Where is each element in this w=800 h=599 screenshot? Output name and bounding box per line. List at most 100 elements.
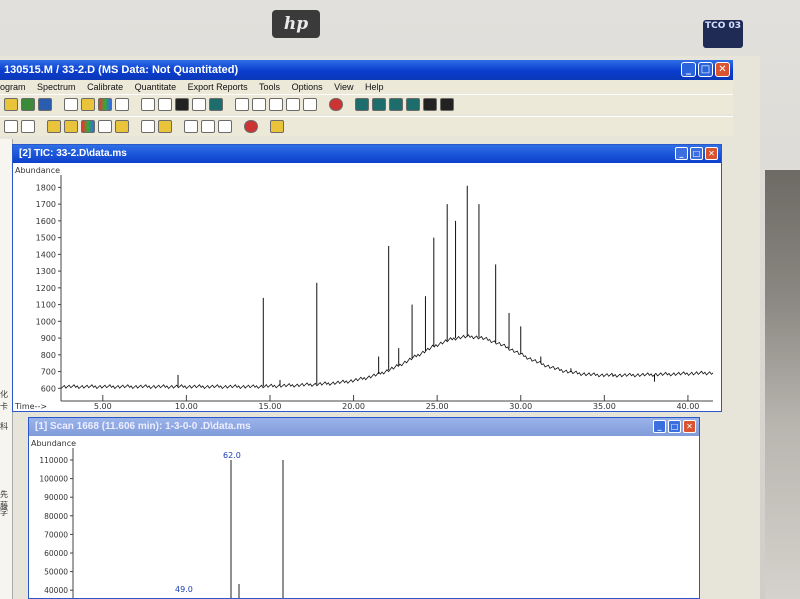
tic-xtick-label: 5.00 (94, 402, 112, 411)
scan-ytick-label: 100000 (39, 475, 68, 484)
tic-ytick-label: 1300 (36, 267, 56, 276)
tic-xtick-label: 10.00 (175, 402, 198, 411)
tune-icon-3[interactable] (269, 98, 283, 111)
side-text-2: 卡 (0, 402, 8, 411)
scan-ytick-label: 50000 (44, 568, 68, 577)
tic-close-button[interactable]: ✕ (705, 147, 718, 160)
menu-quantitate[interactable]: Quantitate (135, 82, 177, 92)
copy-icon[interactable] (64, 98, 78, 111)
upload-icon[interactable] (64, 120, 78, 133)
tic-minimize-button[interactable]: _ (675, 147, 688, 160)
abc-icon[interactable] (184, 120, 198, 133)
toolbar-bottom (0, 116, 733, 136)
tic-ytick-label: 1500 (36, 234, 56, 243)
help-icon[interactable] (270, 120, 284, 133)
side-text-3: 科 (0, 422, 8, 431)
folder-icon[interactable] (115, 120, 129, 133)
side-text-1: 化 (0, 390, 8, 399)
stop-icon[interactable] (244, 120, 258, 133)
library-icon[interactable] (38, 98, 52, 111)
tic-xtick-label: 25.00 (426, 402, 449, 411)
tic-ytick-label: 800 (41, 351, 56, 360)
tic-xtick-label: 35.00 (593, 402, 616, 411)
tic-ytick-label: 900 (41, 334, 56, 343)
tic-titlebar[interactable]: [2] TIC: 33-2.D\data.ms _ □ ✕ (13, 145, 721, 163)
scale-icon[interactable] (218, 120, 232, 133)
tic-xtick-label: 40.00 (676, 402, 699, 411)
scan-minimize-button[interactable]: _ (653, 420, 666, 433)
tic-ytick-label: 1800 (36, 183, 56, 192)
tile-icon[interactable] (192, 98, 206, 111)
app-titlebar: 130515.M / 33-2.D (MS Data: Not Quantita… (0, 60, 733, 80)
tic-maximize-button[interactable]: □ (690, 147, 703, 160)
tune-icon-1[interactable] (235, 98, 249, 111)
color-icon[interactable] (98, 98, 112, 111)
tic-xtick-label: 20.00 (342, 402, 365, 411)
tic-ytick-label: 600 (41, 384, 56, 393)
chromatogram-icon[interactable] (4, 98, 18, 111)
edit-icon[interactable] (4, 120, 18, 133)
palette-icon[interactable] (81, 120, 95, 133)
tune-icon-5[interactable] (303, 98, 317, 111)
scan-close-button[interactable]: ✕ (683, 420, 696, 433)
scan-ytick-label: 90000 (44, 493, 68, 502)
graph-icon-6[interactable] (440, 98, 454, 111)
tic-chart: Abundance Time--> 1800 1700 1600 1500 1400 13… (14, 166, 714, 411)
menu-export-reports[interactable]: Export Reports (188, 82, 248, 92)
maximize-button[interactable]: □ (698, 62, 713, 77)
graph-icon-5[interactable] (423, 98, 437, 111)
pencil-icon[interactable] (21, 120, 35, 133)
tic-title: [2] TIC: 33-2.D\data.ms (19, 148, 127, 159)
close-button[interactable]: ✕ (715, 62, 730, 77)
menu-options[interactable]: Options (292, 82, 323, 92)
scan-ytick-label: 80000 (44, 512, 68, 521)
graph-icon-2[interactable] (372, 98, 386, 111)
window-icon[interactable] (141, 98, 155, 111)
menu-chromatogram[interactable]: ogram (0, 82, 26, 92)
tic-xlabel: Time--> (14, 402, 47, 411)
graph-icon-3[interactable] (389, 98, 403, 111)
overlay-icon[interactable] (209, 98, 223, 111)
doc-icon[interactable] (141, 120, 155, 133)
app-title: 130515.M / 33-2.D (MS Data: Not Quantita… (4, 64, 239, 76)
minimize-button[interactable]: _ (681, 62, 696, 77)
notes-icon[interactable] (158, 120, 172, 133)
scan-label-62: 62.0 (223, 451, 241, 460)
tic-ytick-label: 1700 (36, 200, 56, 209)
spectrum-icon[interactable] (175, 98, 189, 111)
scan-maximize-button[interactable]: □ (668, 420, 681, 433)
scan-chart: Abundance 110000 100000 90000 80000 70000 600… (31, 439, 284, 598)
menu-calibrate[interactable]: Calibrate (87, 82, 123, 92)
hand-icon[interactable] (201, 120, 215, 133)
graph-icon-1[interactable] (355, 98, 369, 111)
print-icon[interactable] (98, 120, 112, 133)
menu-bar: ogram Spectrum Calibrate Quantitate Expo… (0, 80, 733, 94)
menu-spectrum[interactable]: Spectrum (37, 82, 76, 92)
tic-window[interactable]: [2] TIC: 33-2.D\data.ms _ □ ✕ Abundance … (12, 144, 722, 412)
background-room (765, 170, 800, 599)
tic-ytick-label: 1000 (36, 317, 56, 326)
scan-ytick-label: 40000 (44, 586, 68, 595)
hp-logo: hp (272, 10, 320, 38)
menu-help[interactable]: Help (365, 82, 384, 92)
tune-icon-4[interactable] (286, 98, 300, 111)
tune-icon-2[interactable] (252, 98, 266, 111)
scan-ylabel: Abundance (31, 439, 76, 448)
menu-tools[interactable]: Tools (259, 82, 280, 92)
scan-titlebar[interactable]: [1] Scan 1668 (11.606 min): 1-3-0-0 .D\d… (29, 418, 699, 436)
scan-ytick-label: 60000 (44, 549, 68, 558)
toolbar-top (0, 94, 733, 114)
page-icon[interactable] (115, 98, 129, 111)
target-icon[interactable] (329, 98, 343, 111)
report-icon[interactable] (81, 98, 95, 111)
integrate-icon[interactable] (21, 98, 35, 111)
menu-view[interactable]: View (334, 82, 353, 92)
panel-icon[interactable] (158, 98, 172, 111)
chart-icon[interactable] (47, 120, 61, 133)
tic-ytick-label: 1200 (36, 284, 56, 293)
tic-ytick-label: 1600 (36, 217, 56, 226)
screen: 130515.M / 33-2.D (MS Data: Not Quantita… (0, 56, 760, 599)
graph-icon-4[interactable] (406, 98, 420, 111)
tic-baseline (60, 334, 714, 390)
scan-window[interactable]: [1] Scan 1668 (11.606 min): 1-3-0-0 .D\d… (28, 417, 700, 599)
